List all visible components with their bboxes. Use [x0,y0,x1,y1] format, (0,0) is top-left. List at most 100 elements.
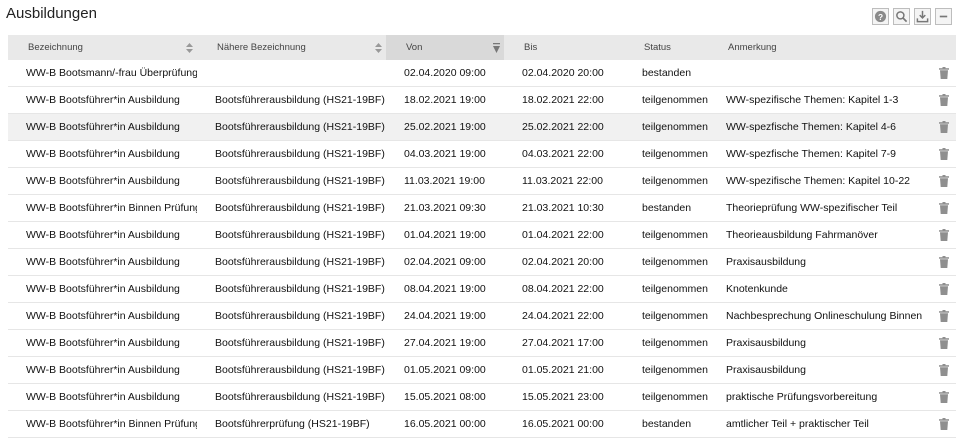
cell-von: 01.05.2021 09:00 [386,356,504,384]
cell-bezeichnung: WW-B Bootsführer*in Ausbildung [8,113,197,141]
cell-bis: 02.04.2021 20:00 [504,248,624,276]
cell-von: 11.03.2021 19:00 [386,167,504,195]
table-row[interactable]: WW-B Bootsführer*in Binnen Prüfung Bootsf… [8,410,956,438]
table-row[interactable]: WW-B Bootsführer*in Ausbildung Bootsführe… [8,356,956,384]
table-row[interactable]: WW-B Bootsführer*in Ausbildung Bootsführe… [8,383,956,411]
table-row[interactable]: WW-B Bootsführer*in Ausbildung Bootsführe… [8,248,956,276]
trash-icon [939,175,949,188]
column-label: Anmerkung [728,42,777,53]
delete-button[interactable] [932,194,956,222]
table-header-row: Bezeichnung Nähere Bezeichnung Von Bis S… [8,35,956,60]
cell-bis: 21.03.2021 10:30 [504,194,624,222]
cell-bezeichnung: WW-B Bootsführer*in Binnen Prüfung [8,194,197,222]
column-header-status[interactable]: Status [624,35,708,60]
cell-bezeichnung: WW-B Bootsführer*in Ausbildung [8,167,197,195]
cell-von: 16.05.2021 00:00 [386,410,504,438]
column-header-anmerkung[interactable]: Anmerkung [708,35,932,60]
table-row[interactable]: WW-B Bootsführer*in Binnen Prüfung Bootsf… [8,194,956,222]
cell-bezeichnung: WW-B Bootsmann/-frau Überprüfung [8,60,197,87]
cell-naehere-bezeichnung [197,60,386,87]
cell-status: bestanden [624,194,708,222]
table-row[interactable]: WW-B Bootsführer*in Ausbildung Bootsführe… [8,140,956,168]
cell-status: teilgenommen [624,167,708,195]
table-row[interactable]: WW-B Bootsführer*in Ausbildung Bootsführe… [8,86,956,114]
cell-bis: 01.05.2021 21:00 [504,356,624,384]
cell-status: teilgenommen [624,275,708,303]
column-header-von[interactable]: Von [386,35,504,60]
table-row[interactable]: WW-B Bootsführer*in Ausbildung Bootsführe… [8,113,956,141]
column-label: Von [406,42,423,53]
cell-von: 08.04.2021 19:00 [386,275,504,303]
cell-von: 21.03.2021 09:30 [386,194,504,222]
download-button[interactable] [914,8,931,25]
table-row[interactable]: WW-B Bootsführer*in Ausbildung Bootsführe… [8,302,956,330]
delete-button[interactable] [932,140,956,168]
table-row[interactable]: WW-B Bootsführer*in Ausbildung Bootsführe… [8,329,956,357]
cell-naehere-bezeichnung: Bootsführerprüfung (HS21-19BF) [197,410,386,438]
sort-icon [186,43,193,53]
cell-von: 18.02.2021 19:00 [386,86,504,114]
cell-anmerkung: Theorieausbildung Fahrmanöver [708,221,932,249]
cell-naehere-bezeichnung: Bootsführerausbildung (HS21-19BF) [197,140,386,168]
delete-button[interactable] [932,356,956,384]
delete-button[interactable] [932,248,956,276]
search-button[interactable] [893,8,910,25]
ausbildungen-table: Bezeichnung Nähere Bezeichnung Von Bis S… [8,35,956,438]
column-header-bezeichnung[interactable]: Bezeichnung [8,35,197,60]
trash-icon [939,391,949,404]
cell-status: teilgenommen [624,383,708,411]
trash-icon [939,121,949,134]
cell-status: teilgenommen [624,113,708,141]
cell-bezeichnung: WW-B Bootsführer*in Ausbildung [8,86,197,114]
delete-button[interactable] [932,329,956,357]
cell-anmerkung: WW-spezfische Themen: Kapitel 4-6 [708,113,932,141]
delete-button[interactable] [932,60,956,87]
cell-bis: 02.04.2020 20:00 [504,60,624,87]
table-row[interactable]: WW-B Bootsführer*in Ausbildung Bootsführe… [8,275,956,303]
trash-icon [939,310,949,323]
trash-icon [939,256,949,269]
delete-button[interactable] [932,221,956,249]
download-icon [916,10,929,23]
cell-bezeichnung: WW-B Bootsführer*in Ausbildung [8,383,197,411]
column-header-naehere-bezeichnung[interactable]: Nähere Bezeichnung [197,35,386,60]
trash-icon [939,337,949,350]
column-label: Bezeichnung [28,42,83,53]
cell-bezeichnung: WW-B Bootsführer*in Ausbildung [8,248,197,276]
delete-button[interactable] [932,302,956,330]
cell-naehere-bezeichnung: Bootsführerausbildung (HS21-19BF) [197,86,386,114]
cell-naehere-bezeichnung: Bootsführerausbildung (HS21-19BF) [197,356,386,384]
delete-button[interactable] [932,410,956,438]
trash-icon [939,229,949,242]
cell-anmerkung: praktische Prüfungsvorbereitung [708,383,932,411]
cell-bis: 18.02.2021 22:00 [504,86,624,114]
column-header-bis[interactable]: Bis [504,35,624,60]
column-header-actions [932,35,956,60]
table-row[interactable]: WW-B Bootsführer*in Ausbildung Bootsführe… [8,221,956,249]
delete-button[interactable] [932,275,956,303]
toolbar: ? [872,8,952,25]
column-label: Nähere Bezeichnung [217,42,306,53]
delete-button[interactable] [932,113,956,141]
table-row[interactable]: WW-B Bootsführer*in Ausbildung Bootsführe… [8,167,956,195]
cell-bis: 16.05.2021 00:00 [504,410,624,438]
cell-von: 27.04.2021 19:00 [386,329,504,357]
cell-naehere-bezeichnung: Bootsführerausbildung (HS21-19BF) [197,329,386,357]
help-button[interactable]: ? [872,8,889,25]
table-row[interactable]: WW-B Bootsmann/-frau Überprüfung 02.04.20… [8,60,956,87]
delete-button[interactable] [932,167,956,195]
cell-status: teilgenommen [624,248,708,276]
trash-icon [939,283,949,296]
cell-anmerkung: Praxisausbildung [708,356,932,384]
cell-bis: 25.02.2021 22:00 [504,113,624,141]
delete-button[interactable] [932,383,956,411]
delete-button[interactable] [932,86,956,114]
cell-von: 24.04.2021 19:00 [386,302,504,330]
cell-naehere-bezeichnung: Bootsführerausbildung (HS21-19BF) [197,167,386,195]
cell-bis: 27.04.2021 17:00 [504,329,624,357]
cell-anmerkung: WW-spezfische Themen: Kapitel 7-9 [708,140,932,168]
cell-bis: 24.04.2021 22:00 [504,302,624,330]
trash-icon [939,94,949,107]
minimize-button[interactable] [935,8,952,25]
cell-naehere-bezeichnung: Bootsführerausbildung (HS21-19BF) [197,248,386,276]
